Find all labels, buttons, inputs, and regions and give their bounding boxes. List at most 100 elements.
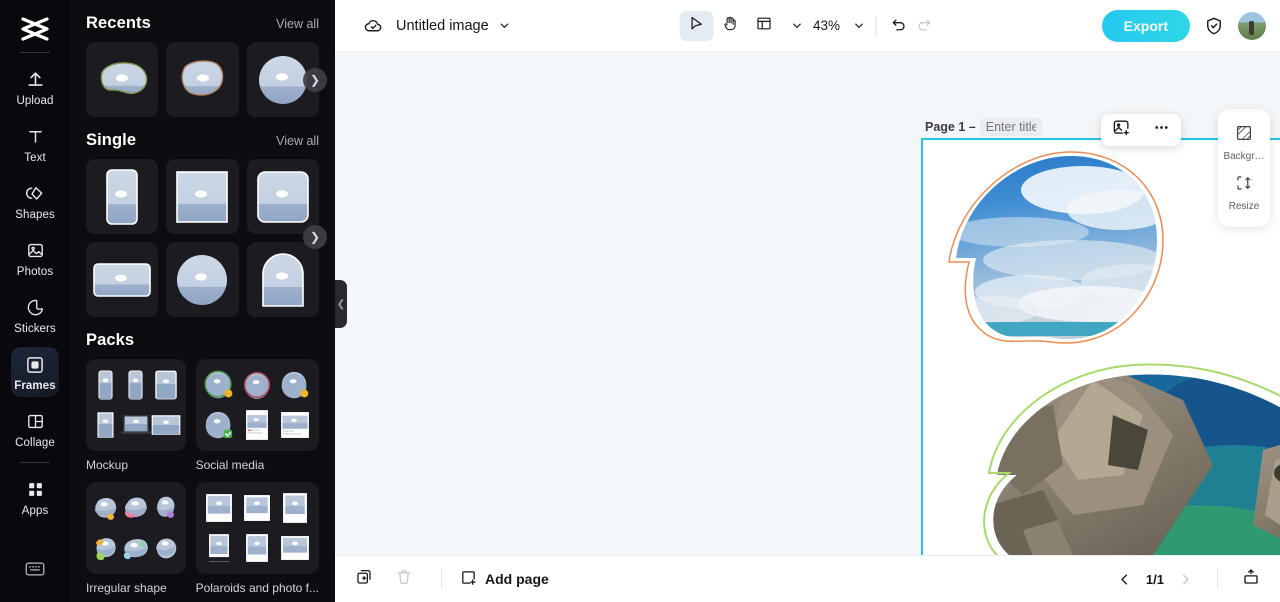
irregular-blob-icon — [155, 538, 176, 559]
recents-grid: ❯ — [86, 42, 327, 117]
duplicate-page-button[interactable] — [355, 568, 373, 591]
mockup-frame-icon — [97, 412, 114, 438]
pack-card-social-media[interactable]: Social media — [195, 359, 319, 472]
ellipsis-icon — [1152, 118, 1171, 142]
sidebar-label: Collage — [15, 436, 55, 449]
next-page-button[interactable] — [1178, 572, 1193, 587]
chevron-right-icon: ❯ — [309, 73, 321, 87]
recents-next-arrow[interactable]: ❯ — [303, 68, 327, 92]
sidebar-item-frames[interactable]: Frames — [11, 347, 59, 397]
polaroid-icon — [281, 536, 310, 560]
pack-preview — [195, 359, 319, 451]
user-avatar[interactable] — [1238, 11, 1266, 40]
frame-thumbnail[interactable] — [246, 242, 319, 317]
layout-chevron-down-icon[interactable] — [790, 19, 803, 32]
bottombar-divider — [441, 569, 442, 589]
frame-thumbnail[interactable] — [86, 159, 159, 234]
hand-tool-button[interactable] — [713, 11, 747, 41]
sidebar-item-collage[interactable]: Collage — [11, 404, 59, 454]
nav-divider — [1217, 569, 1218, 589]
layout-icon — [755, 15, 772, 37]
stickers-icon — [26, 296, 45, 320]
right-dock: Backgr… Resize — [1218, 109, 1270, 227]
pack-card-polaroids[interactable]: Polaroids and photo f... — [195, 482, 319, 595]
delete-page-button[interactable] — [395, 568, 413, 591]
main-area: Untitled image 43% Export Page 1 – Enter… — [335, 0, 1280, 602]
packs-grid: Mockup Social media Irregular shape Pola… — [86, 359, 319, 595]
zoom-chevron-down-icon[interactable] — [852, 19, 865, 32]
section-title: Recents — [86, 14, 151, 32]
frame-thumbnail[interactable] — [166, 159, 239, 234]
redo-button[interactable] — [911, 13, 936, 38]
cloud-saved-icon[interactable] — [363, 15, 384, 36]
frames-icon — [25, 353, 45, 377]
view-all-recents[interactable]: View all — [276, 17, 319, 31]
mockup-screen-icon — [151, 415, 180, 435]
sidebar-item-shapes[interactable]: Shapes — [11, 176, 59, 226]
rail-divider-bottom — [20, 462, 50, 463]
sidebar-label: Upload — [16, 94, 54, 107]
dock-label: Resize — [1228, 201, 1260, 212]
canvas-stage[interactable]: Page 1 – Enter title Backgr… Resize — [335, 52, 1280, 555]
keyboard-shortcuts-button[interactable] — [25, 561, 45, 582]
irregular-blob-icon — [123, 539, 148, 560]
panel-collapse-handle[interactable]: ❮ — [335, 280, 347, 328]
pack-card-mockup[interactable]: Mockup — [86, 359, 186, 472]
pack-preview — [86, 482, 186, 574]
app-root: Upload Text Shapes Photos Stickers Frame… — [0, 0, 1280, 602]
sidebar-label: Stickers — [14, 322, 56, 335]
replace-image-button[interactable] — [1112, 118, 1131, 142]
dock-label: Backgr… — [1223, 151, 1265, 162]
duplicate-page-icon — [355, 568, 373, 591]
zoom-level[interactable]: 43% — [813, 18, 840, 33]
pack-preview — [195, 482, 319, 574]
background-button[interactable]: Backgr… — [1218, 118, 1270, 168]
mockup-laptop-icon — [120, 415, 151, 434]
sidebar-item-text[interactable]: Text — [11, 119, 59, 169]
polaroid-icon — [206, 494, 233, 522]
export-button[interactable]: Export — [1101, 9, 1190, 42]
social-post-portrait-icon — [246, 410, 269, 440]
background-icon — [1235, 124, 1253, 147]
add-page-icon — [460, 569, 477, 589]
undo-button[interactable] — [886, 13, 911, 38]
shield-check-icon[interactable] — [1204, 16, 1224, 36]
sidebar-label: Frames — [14, 379, 56, 392]
sidebar-item-photos[interactable]: Photos — [11, 233, 59, 283]
canvas-tools: 43% — [678, 10, 936, 41]
story-badge-icon — [281, 371, 309, 399]
chevron-left-icon: ❮ — [336, 298, 346, 310]
page-title-input[interactable] — [979, 118, 1042, 136]
add-page-button[interactable]: Add page — [460, 569, 549, 589]
sidebar-item-apps[interactable]: Apps — [11, 472, 59, 522]
resize-icon — [1235, 174, 1253, 197]
frame-thumbnail[interactable] — [166, 242, 239, 317]
section-title: Packs — [86, 331, 135, 349]
chevron-down-icon[interactable] — [498, 19, 511, 32]
prev-page-button[interactable] — [1117, 572, 1132, 587]
document-title[interactable]: Untitled image — [396, 18, 489, 34]
sidebar-item-stickers[interactable]: Stickers — [11, 290, 59, 340]
pack-card-irregular-shape[interactable]: Irregular shape — [86, 482, 186, 595]
single-next-arrow[interactable]: ❯ — [303, 225, 327, 249]
more-options-button[interactable] — [1152, 118, 1171, 142]
sidebar-label: Apps — [21, 504, 49, 517]
select-tool-button[interactable] — [678, 10, 713, 41]
frame-thumbnail[interactable] — [246, 159, 319, 234]
pack-label: Mockup — [86, 458, 129, 472]
frame-thumbnail[interactable] — [86, 42, 159, 117]
sidebar-item-upload[interactable]: Upload — [11, 62, 59, 112]
capcut-logo[interactable] — [18, 14, 52, 44]
layout-tool-button[interactable] — [747, 11, 781, 41]
resize-button[interactable]: Resize — [1218, 168, 1270, 218]
present-button[interactable] — [1242, 568, 1260, 591]
page-indicator: 1/1 — [1145, 571, 1164, 587]
page-navigation: 1/1 — [1117, 568, 1260, 591]
view-all-single[interactable]: View all — [276, 134, 319, 148]
page-label: Page 1 – — [925, 120, 976, 134]
frame-thumbnail[interactable] — [86, 242, 159, 317]
polaroid-icon — [246, 534, 269, 562]
photos-icon — [26, 239, 45, 263]
pack-preview — [86, 359, 186, 451]
frame-thumbnail[interactable] — [166, 42, 239, 117]
